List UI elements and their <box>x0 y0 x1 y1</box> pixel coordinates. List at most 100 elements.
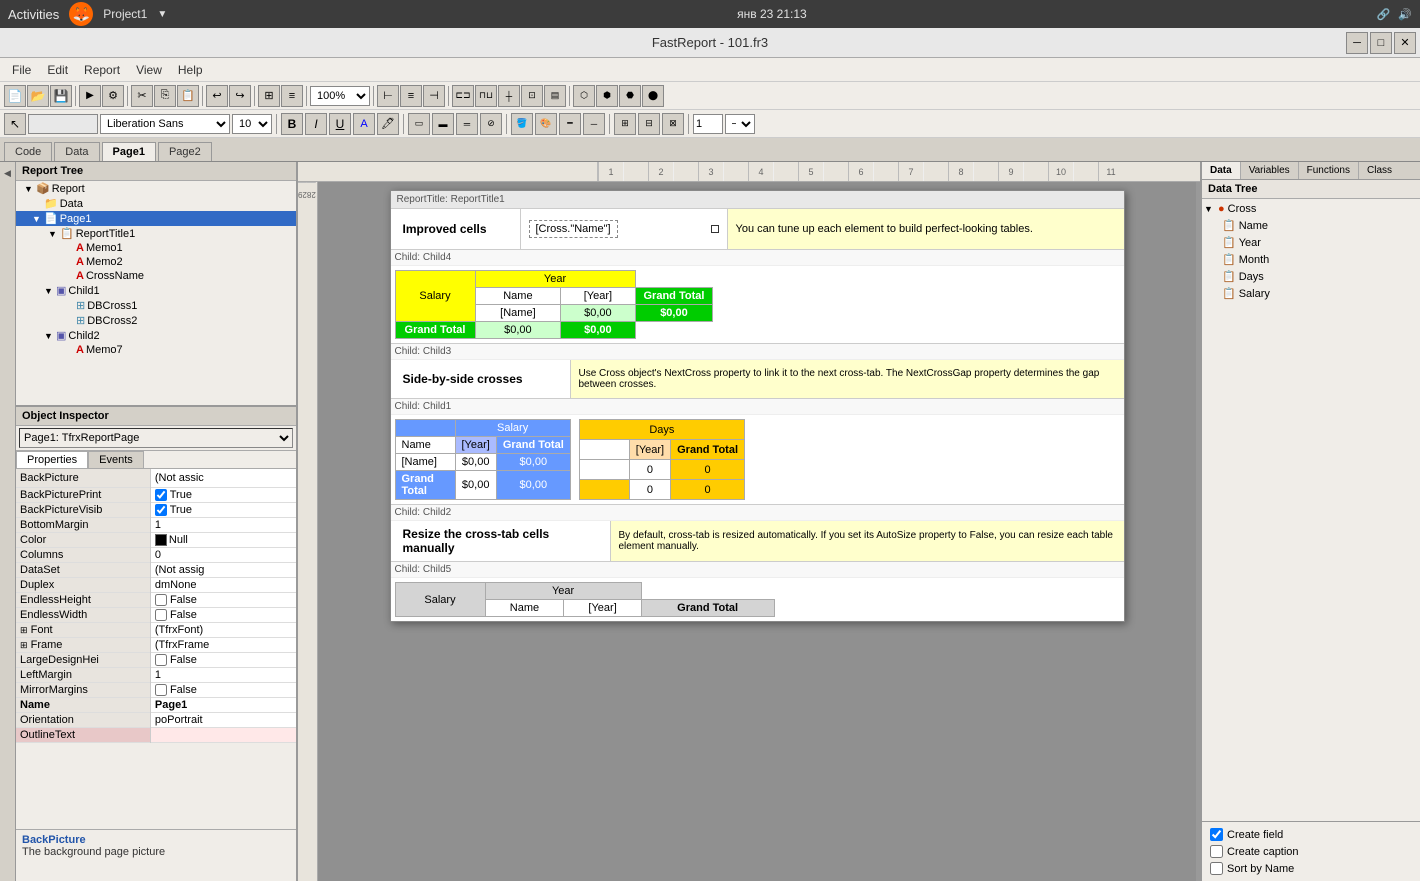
restore-btn[interactable]: □ <box>1370 32 1392 54</box>
tb-highlight[interactable]: 🖊 <box>377 113 399 135</box>
tree-item-report[interactable]: ▼ 📦 Report <box>16 181 296 196</box>
create-field-checkbox[interactable] <box>1210 828 1223 841</box>
right-tab-class[interactable]: Class <box>1359 162 1400 179</box>
tb-undo[interactable]: ↩ <box>206 85 228 107</box>
tb-more1[interactable]: ⊏⊐ <box>452 85 474 107</box>
data-tree-item-cross[interactable]: ▼ ● Cross <box>1204 201 1418 217</box>
prop-checkbox-eh[interactable] <box>155 594 167 606</box>
tb-frame-more[interactable]: ⊞ <box>614 113 636 135</box>
tb-underline[interactable]: U <box>329 113 351 135</box>
tree-item-memo2[interactable]: A Memo2 <box>16 255 296 269</box>
tb-more2[interactable]: ⊓⊔ <box>475 85 497 107</box>
tab-page1[interactable]: Page1 <box>102 142 156 161</box>
font-size-select[interactable]: 10 <box>232 114 272 134</box>
tb-paste[interactable]: 📋 <box>177 85 199 107</box>
tb-more8[interactable]: ⬣ <box>619 85 641 107</box>
tree-item-data[interactable]: 📁 Data <box>16 196 296 211</box>
tree-item-reporttitle1[interactable]: ▼ 📋 ReportTitle1 <box>16 226 296 241</box>
tree-item-crossname[interactable]: A CrossName <box>16 269 296 283</box>
resize-handle[interactable] <box>711 225 719 233</box>
font-style-input[interactable] <box>28 114 98 134</box>
tb-linew[interactable]: ─ <box>583 113 605 135</box>
activities-btn[interactable]: Activities <box>8 7 59 22</box>
inspector-page-select[interactable]: Page1: TfrxReportPage <box>19 428 293 448</box>
create-caption-checkbox[interactable] <box>1210 845 1223 858</box>
tb-more4[interactable]: ⊡ <box>521 85 543 107</box>
tb-redo[interactable]: ↪ <box>229 85 251 107</box>
tb-border4[interactable]: ⊘ <box>480 113 502 135</box>
tb-align-center[interactable]: ≡ <box>400 85 422 107</box>
tb-align-right[interactable]: ⊣ <box>423 85 445 107</box>
edge-collapse-btn[interactable]: ◀ <box>1 166 15 180</box>
line-width-input[interactable] <box>693 114 723 134</box>
menu-report[interactable]: Report <box>76 61 128 79</box>
menu-view[interactable]: View <box>128 61 170 79</box>
tb-run[interactable]: ⚙ <box>102 85 124 107</box>
tb-align-left[interactable]: ⊢ <box>377 85 399 107</box>
tb-new[interactable]: 📄 <box>4 85 26 107</box>
tb-bold[interactable]: B <box>281 113 303 135</box>
data-tree-item-days[interactable]: 📋 Days <box>1204 268 1418 285</box>
tb-open[interactable]: 📂 <box>27 85 49 107</box>
prop-checkbox-ew[interactable] <box>155 609 167 621</box>
right-tab-variables[interactable]: Variables <box>1241 162 1299 179</box>
tb-fill2[interactable]: 🎨 <box>535 113 557 135</box>
sort-by-name-checkbox[interactable] <box>1210 862 1223 875</box>
prop-checkbox-mm[interactable] <box>155 684 167 696</box>
tree-item-memo7[interactable]: A Memo7 <box>16 343 296 357</box>
right-tab-data[interactable]: Data <box>1202 162 1241 179</box>
tree-item-dbcross1[interactable]: ⊞ DBCross1 <box>16 298 296 313</box>
tb-border2[interactable]: ▬ <box>432 113 454 135</box>
tb-cursor[interactable]: ↖ <box>4 113 26 135</box>
tree-item-memo1[interactable]: A Memo1 <box>16 241 296 255</box>
data-tree-item-year[interactable]: 📋 Year <box>1204 234 1418 251</box>
tb-italic[interactable]: I <box>305 113 327 135</box>
menu-file[interactable]: File <box>4 61 39 79</box>
font-name-select[interactable]: Liberation Sans <box>100 114 230 134</box>
tree-item-dbcross2[interactable]: ⊞ DBCross2 <box>16 313 296 328</box>
menu-edit[interactable]: Edit <box>39 61 76 79</box>
close-btn[interactable]: ✕ <box>1394 32 1416 54</box>
tb-lines[interactable]: ━ <box>559 113 581 135</box>
tree-item-page1[interactable]: ▼ 📄 Page1 <box>16 211 296 226</box>
tab-data[interactable]: Data <box>54 142 99 161</box>
inspector-tab-events[interactable]: Events <box>88 451 144 468</box>
tb-more6[interactable]: ⬡ <box>573 85 595 107</box>
tb-fill1[interactable]: 🪣 <box>511 113 533 135</box>
project-dropdown[interactable]: ▼ <box>157 9 167 20</box>
tree-item-child2[interactable]: ▼ ▣ Child2 <box>16 328 296 343</box>
prop-checkbox-bpp[interactable] <box>155 489 167 501</box>
data-tree-item-month[interactable]: 📋 Month <box>1204 251 1418 268</box>
window-controls[interactable]: ─ □ ✕ <box>1346 32 1416 54</box>
zoom-select[interactable]: 100%75%150% <box>310 86 370 106</box>
tab-page2[interactable]: Page2 <box>158 142 212 161</box>
tb-save[interactable]: 💾 <box>50 85 72 107</box>
tb-text-color[interactable]: A <box>353 113 375 135</box>
menu-help[interactable]: Help <box>170 61 211 79</box>
data-tree-item-salary[interactable]: 📋 Salary <box>1204 285 1418 302</box>
tb-more7[interactable]: ⬢ <box>596 85 618 107</box>
tb-frame-n[interactable]: ⊟ <box>638 113 660 135</box>
data-tree-item-name[interactable]: 📋 Name <box>1204 217 1418 234</box>
tb-align[interactable]: ≡ <box>281 85 303 107</box>
tb-cut[interactable]: ✂ <box>131 85 153 107</box>
line-style-select[interactable]: ─ <box>725 114 755 134</box>
prop-checkbox-bpv[interactable] <box>155 504 167 516</box>
improved-cross-area[interactable]: [Cross."Name"] <box>521 209 728 249</box>
right-tab-functions[interactable]: Functions <box>1299 162 1359 179</box>
inspector-tab-properties[interactable]: Properties <box>16 451 88 468</box>
tab-code[interactable]: Code <box>4 142 52 161</box>
tb-grid[interactable]: ⊞ <box>258 85 280 107</box>
tb-more3[interactable]: ┼ <box>498 85 520 107</box>
tb-border1[interactable]: ▭ <box>408 113 430 135</box>
tb-frame-e[interactable]: ⊠ <box>662 113 684 135</box>
minimize-btn[interactable]: ─ <box>1346 32 1368 54</box>
tb-border3[interactable]: ═ <box>456 113 478 135</box>
tb-copy[interactable]: ⎘ <box>154 85 176 107</box>
project-label[interactable]: Project1 <box>103 7 147 21</box>
tree-item-child1[interactable]: ▼ ▣ Child1 <box>16 283 296 298</box>
tb-more5[interactable]: ▤ <box>544 85 566 107</box>
prop-checkbox-ldh[interactable] <box>155 654 167 666</box>
tb-preview[interactable]: ▶ <box>79 85 101 107</box>
tb-more9[interactable]: ⬤ <box>642 85 664 107</box>
